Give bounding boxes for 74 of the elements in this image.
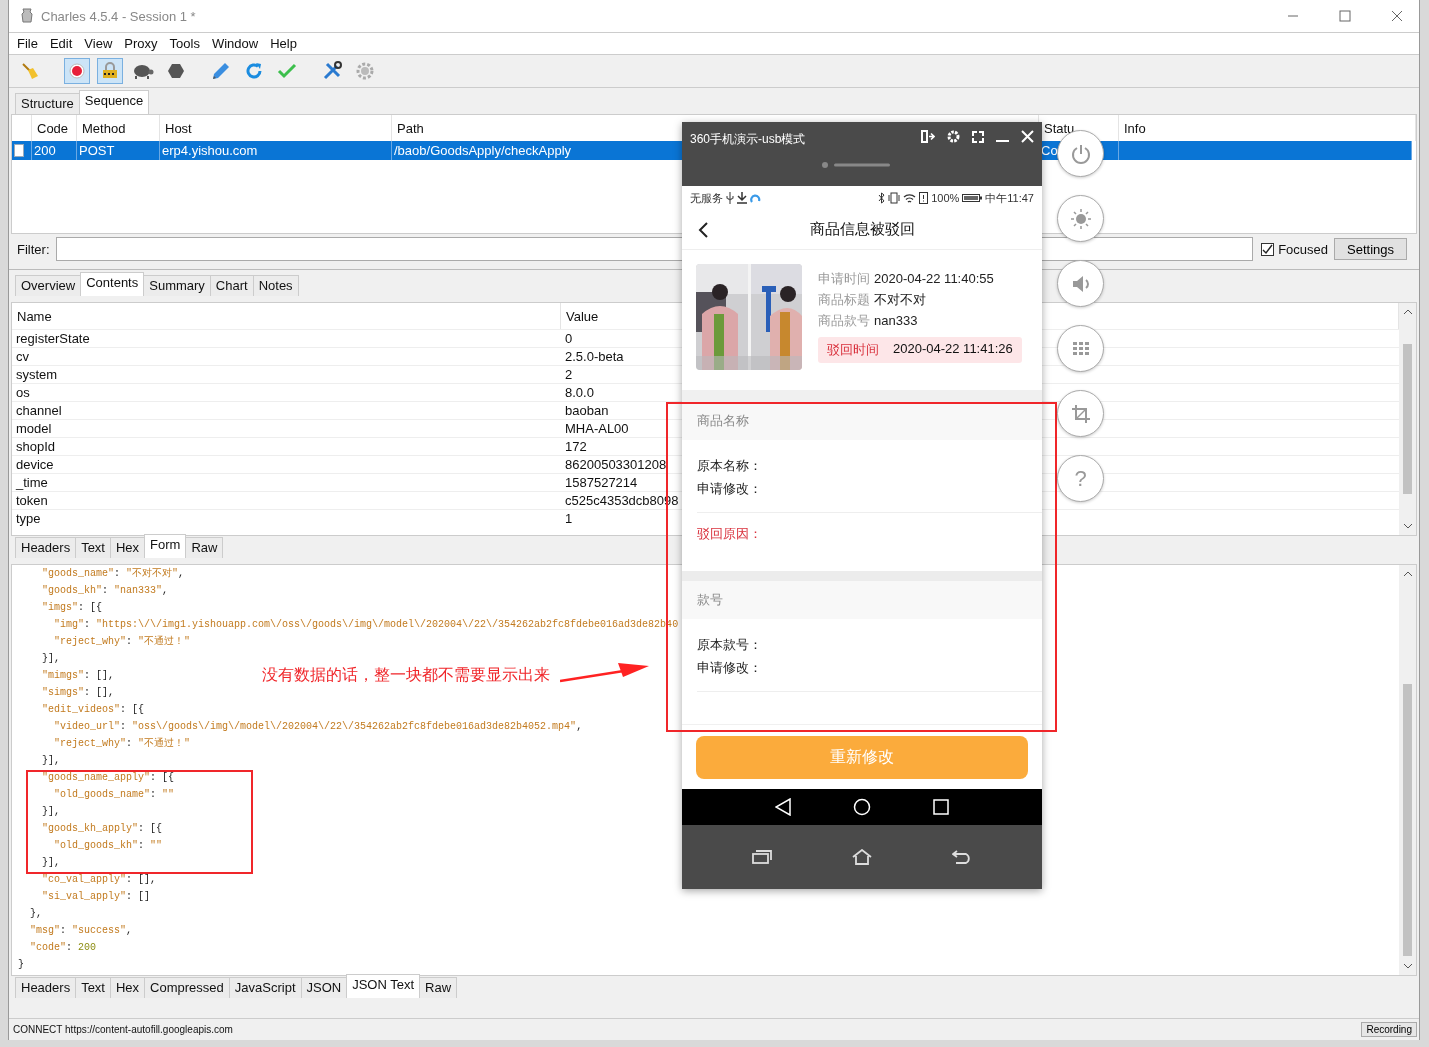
- code-line: }],: [41, 856, 60, 870]
- table-cell: 172: [565, 439, 587, 454]
- code-line: }: [18, 958, 24, 972]
- table-cell: device: [16, 457, 54, 472]
- code-line: "msg": "success",: [29, 924, 133, 938]
- page-title: 商品信息被驳回: [809, 220, 915, 239]
- table-cell: POST: [79, 143, 115, 158]
- table-cell: 0: [565, 331, 573, 346]
- code-line: "code": 200: [29, 941, 97, 955]
- code-line: "goods_kh": "nan333",: [41, 584, 169, 598]
- field-label: 原本名称：: [697, 456, 763, 475]
- field-label: 申请修改：: [697, 658, 763, 677]
- table-cell: 86200503301208: [565, 457, 667, 472]
- window-title: Charles 4.5.4 - Session 1 *: [41, 8, 196, 24]
- carrier-text: 无服务: [690, 190, 723, 206]
- reject-reason-label: 驳回原因：: [696, 525, 763, 543]
- status-message: CONNECT https://content-autofill.googleapis.com: [13, 1023, 233, 1035]
- code-line: "goods_name": "不对不对",: [41, 566, 185, 581]
- table-cell: _time: [16, 475, 48, 490]
- table-cell: erp4.yishou.com: [162, 143, 258, 158]
- field-value: nan333: [874, 313, 918, 328]
- annotation-text: 没有数据的话，整一块都不需要显示出来: [262, 665, 550, 685]
- code-line: "old_goods_kh": "": [53, 839, 163, 853]
- table-cell: MHA-AL00: [565, 421, 629, 436]
- table-cell: 1: [565, 511, 573, 526]
- table-cell: 2: [565, 367, 573, 382]
- table-cell: shopId: [16, 439, 56, 454]
- code-line: "mimgs": [],: [41, 669, 115, 683]
- code-line: "old_goods_name": "": [53, 788, 175, 802]
- table-cell: 1587527214: [565, 475, 638, 490]
- table-cell: /baob/GoodsApply/checkApply: [394, 143, 572, 158]
- field-value: 2020-04-22 11:40:55: [874, 271, 994, 286]
- code-line: "si_val_apply": []: [41, 890, 151, 904]
- code-line: "edit_videos": [{: [41, 703, 145, 717]
- filter-label: Filter:: [17, 241, 50, 257]
- code-line: }],: [41, 805, 60, 819]
- table-cell: registerState: [16, 331, 90, 346]
- reject-time-label: 驳回时间: [827, 341, 879, 359]
- table-cell: type: [16, 511, 41, 526]
- section-header: 商品名称: [682, 402, 1042, 440]
- clock-text: 中午11:47: [985, 190, 1034, 206]
- table-cell: system: [16, 367, 58, 382]
- code-line: "co_val_apply": [],: [41, 873, 157, 887]
- code-line: "video_url": "oss\/goods\/img\/model\/202004\/22\/354262ab2fc8fdebe016ad3de82b4052.mp4",: [53, 720, 583, 734]
- field-label: 商品款号: [818, 311, 870, 330]
- table-cell: Co: [1041, 143, 1058, 158]
- code-line: "goods_kh_apply": [{: [41, 822, 163, 836]
- code-line: "reject_why": "不通过！": [53, 736, 191, 751]
- field-label: 原本款号：: [697, 635, 763, 654]
- field-label: 商品标题: [818, 290, 870, 309]
- field-value: 不对不对: [874, 290, 926, 309]
- table-cell: os: [16, 385, 30, 400]
- field-label: 申请时间: [818, 269, 870, 288]
- code-line: }],: [41, 652, 60, 666]
- field-label: 申请修改：: [697, 479, 763, 498]
- code-line: "goods_name_apply": [{: [41, 771, 175, 785]
- section-header: 款号: [682, 581, 1042, 619]
- table-cell: 8.0.0: [565, 385, 594, 400]
- code-line: "simgs": [],: [41, 686, 115, 700]
- code-line: },: [29, 907, 42, 921]
- table-cell: cv: [16, 349, 29, 364]
- table-cell: token: [16, 493, 48, 508]
- reject-time-value: 2020-04-22 11:41:26: [893, 341, 1013, 358]
- table-cell: model: [16, 421, 52, 436]
- code-line: "reject_why": "不通过！": [53, 634, 191, 649]
- code-line: "imgs": [{: [41, 601, 103, 615]
- table-cell: baoban: [565, 403, 609, 418]
- focused-label: Focused: [1278, 241, 1328, 257]
- code-line: }],: [41, 754, 60, 768]
- table-cell: 2.5.0-beta: [565, 349, 624, 364]
- battery-percent: 100%: [931, 192, 960, 204]
- table-cell: channel: [16, 403, 62, 418]
- table-cell: 200: [34, 143, 56, 158]
- phone-window-title: 360手机演示-usb模式: [690, 131, 806, 148]
